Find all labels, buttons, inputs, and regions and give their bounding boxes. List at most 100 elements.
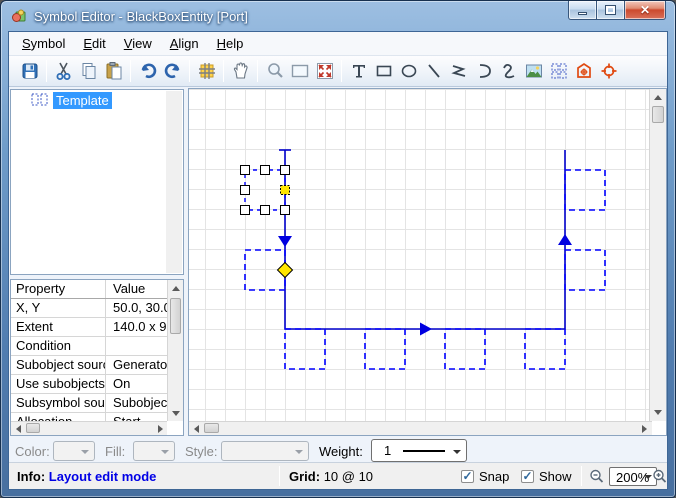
- scroll-up-icon[interactable]: [654, 95, 662, 100]
- cut-button[interactable]: [51, 59, 76, 84]
- selected-port-outline[interactable]: [244, 169, 286, 211]
- value-column-header: Value: [113, 281, 146, 296]
- ports-icon: [551, 63, 566, 79]
- menu-align[interactable]: Align: [161, 33, 208, 54]
- table-row[interactable]: Extent140.0 x 90: [11, 318, 167, 337]
- close-button[interactable]: ✕: [624, 1, 666, 20]
- port-bottom-4[interactable]: [524, 328, 566, 370]
- magnifier-icon: [267, 63, 283, 78]
- scrollbar-thumb[interactable]: [170, 298, 181, 334]
- port-right-bottom[interactable]: [564, 249, 606, 291]
- polyline-tool-button[interactable]: [446, 59, 471, 84]
- selection-handle[interactable]: [240, 185, 250, 195]
- menu-view[interactable]: View: [115, 33, 161, 54]
- symbol-outline-path[interactable]: [284, 150, 566, 330]
- port-bottom-2[interactable]: [364, 328, 406, 370]
- undo-button[interactable]: [135, 59, 160, 84]
- table-row[interactable]: Subsymbol sour Subobjec: [11, 394, 167, 413]
- scrollbar-thumb[interactable]: [652, 106, 664, 123]
- property-vscrollbar[interactable]: [167, 280, 183, 421]
- minimize-icon: [578, 11, 587, 15]
- spline-tool-button[interactable]: [496, 59, 521, 84]
- cut-icon: [56, 62, 70, 80]
- maximize-icon: [605, 5, 616, 15]
- table-row[interactable]: X, Y 50.0, 30.0: [11, 299, 167, 318]
- zoom-in-button[interactable]: [651, 468, 668, 486]
- arc-tool-button[interactable]: [471, 59, 496, 84]
- copy-button[interactable]: [76, 59, 101, 84]
- scroll-right-icon[interactable]: [642, 425, 647, 433]
- port-right-top[interactable]: [564, 169, 606, 211]
- minimize-button[interactable]: [568, 1, 597, 20]
- template-icon: [31, 93, 48, 106]
- drawing-canvas[interactable]: [189, 89, 652, 421]
- check-icon: ✓: [462, 469, 473, 483]
- title-bar[interactable]: Symbol Editor - BlackBoxEntity [Port] ✕: [1, 1, 675, 31]
- selection-handle[interactable]: [240, 165, 250, 175]
- menu-edit[interactable]: Edit: [74, 33, 114, 54]
- grid-button[interactable]: [194, 59, 219, 84]
- redo-button[interactable]: [160, 59, 185, 84]
- table-row[interactable]: Subobject sourc Generato: [11, 356, 167, 375]
- canvas-hscrollbar[interactable]: [189, 421, 652, 435]
- table-row[interactable]: Use subobjects a On: [11, 375, 167, 394]
- zoom-button[interactable]: [262, 59, 287, 84]
- line-weight-sample: [403, 449, 446, 452]
- table-row[interactable]: AllocationStart: [11, 413, 167, 421]
- scroll-up-icon[interactable]: [172, 286, 180, 291]
- selection-handle-anchor[interactable]: [280, 185, 290, 195]
- selection-handle[interactable]: [240, 205, 250, 215]
- port-bottom-1[interactable]: [284, 328, 326, 370]
- selection-handle[interactable]: [260, 205, 270, 215]
- text-tool-button[interactable]: [346, 59, 371, 84]
- zoom-window-button[interactable]: [287, 59, 312, 84]
- selection-handle[interactable]: [280, 165, 290, 175]
- selected-port[interactable]: [240, 165, 290, 215]
- maximize-button[interactable]: [597, 1, 624, 20]
- save-icon: [22, 63, 37, 79]
- menu-symbol[interactable]: Symbol: [13, 33, 74, 54]
- port-bottom-3[interactable]: [444, 328, 486, 370]
- scrollbar-thumb[interactable]: [26, 423, 40, 433]
- fill-label: Fill:: [105, 444, 126, 459]
- canvas-vscrollbar[interactable]: [649, 89, 666, 421]
- tree-scrollbar[interactable]: [166, 91, 182, 273]
- scrollbar-thumb[interactable]: [204, 423, 219, 433]
- port-shape-button[interactable]: [571, 59, 596, 84]
- snap-checkbox[interactable]: ✓: [461, 470, 474, 483]
- selection-handle[interactable]: [260, 165, 270, 175]
- menu-help[interactable]: Help: [208, 33, 253, 54]
- zoom-level-combobox[interactable]: 200%: [609, 467, 657, 486]
- table-row[interactable]: Condition: [11, 337, 167, 356]
- scroll-down-icon[interactable]: [654, 410, 662, 415]
- text-icon: [352, 65, 365, 78]
- weight-combobox[interactable]: 1: [371, 439, 467, 462]
- pan-button[interactable]: [228, 59, 253, 84]
- property-hscrollbar[interactable]: [11, 421, 167, 435]
- rectangle-tool-button[interactable]: [371, 59, 396, 84]
- scroll-left-icon[interactable]: [194, 425, 199, 433]
- show-checkbox[interactable]: ✓: [521, 470, 534, 483]
- scroll-down-icon[interactable]: [172, 411, 180, 416]
- line-icon: [427, 64, 440, 78]
- ports-tool-button[interactable]: [546, 59, 571, 84]
- zoom-out-button[interactable]: [588, 468, 606, 486]
- symbol-drawing: [240, 149, 606, 370]
- scroll-left-icon[interactable]: [16, 425, 21, 433]
- toolbar: [9, 56, 667, 87]
- paste-button[interactable]: [101, 59, 126, 84]
- ellipse-tool-button[interactable]: [396, 59, 421, 84]
- zoom-fit-button[interactable]: [312, 59, 337, 84]
- menu-bar: Symbol Edit View Align Help: [9, 32, 667, 56]
- zoom-fit-icon: [316, 63, 333, 79]
- scroll-right-icon[interactable]: [158, 425, 163, 433]
- line-tool-button[interactable]: [421, 59, 446, 84]
- selection-handle[interactable]: [280, 205, 290, 215]
- save-button[interactable]: [17, 59, 42, 84]
- anchor-diamond[interactable]: [276, 261, 294, 279]
- toolbar-separator: [223, 60, 224, 82]
- image-tool-button[interactable]: [521, 59, 546, 84]
- chevron-down-icon: [161, 450, 169, 454]
- crosshair-button[interactable]: [596, 59, 621, 84]
- tree-item-template[interactable]: Template: [11, 90, 183, 110]
